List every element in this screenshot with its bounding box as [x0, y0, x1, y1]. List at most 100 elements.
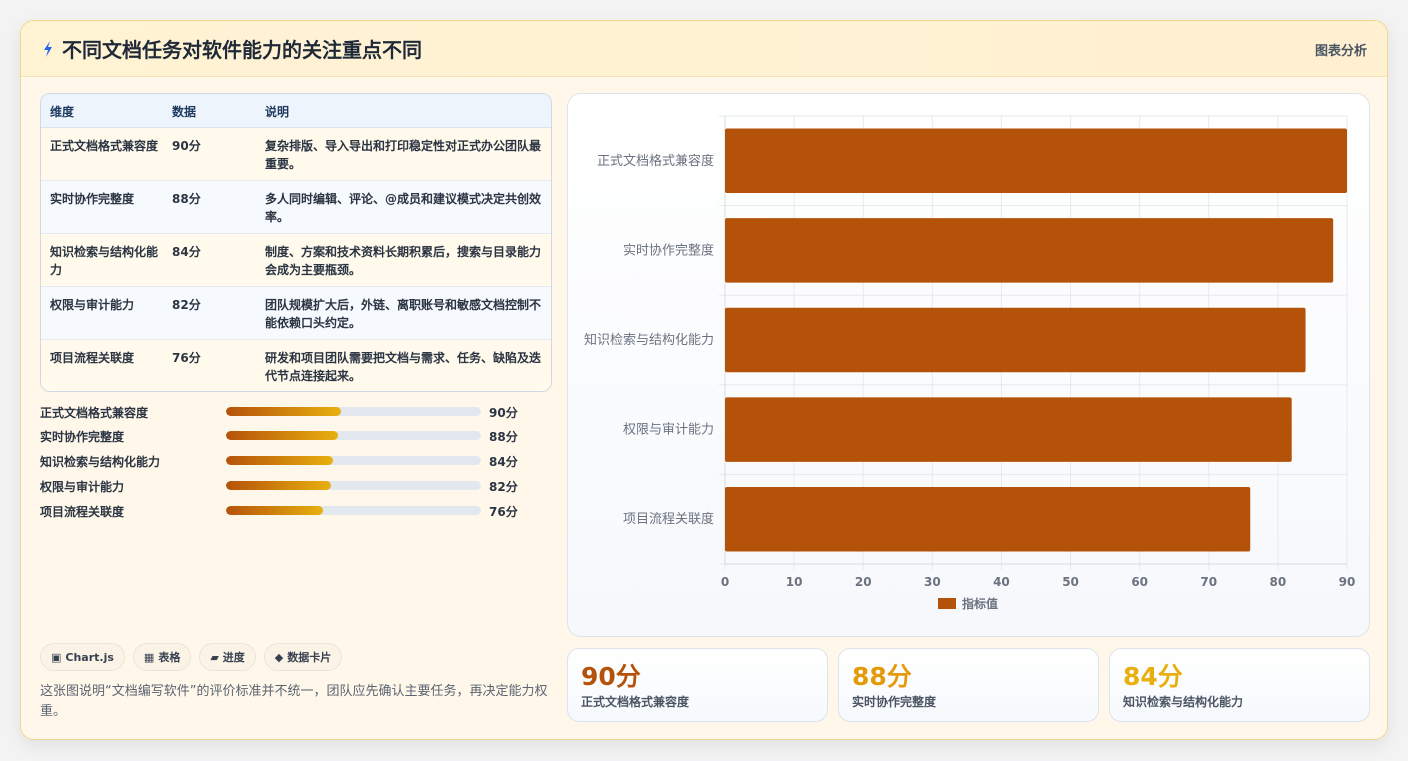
y-tick-label: 权限与审计能力 [623, 422, 714, 438]
progress-row: 实时协作完整度 88分 [40, 426, 540, 446]
tag-label: 进度 [222, 651, 245, 664]
table-header: 维度 数据 说明 [41, 94, 551, 128]
progress-track [226, 481, 481, 490]
column-header-description: 说明 [265, 105, 290, 119]
row-dimension: 实时协作完整度 [50, 192, 135, 206]
y-tick-label: 正式文档格式兼容度 [597, 153, 714, 169]
y-tick-label: 项目流程关联度 [623, 511, 714, 527]
x-tick-label: 50 [1062, 575, 1079, 589]
progress-track [226, 407, 481, 416]
y-tick-label: 知识检索与结构化能力 [584, 332, 714, 348]
progress-label: 项目流程关联度 [40, 505, 125, 519]
progress-label: 权限与审计能力 [40, 480, 125, 494]
progress-value: 76分 [489, 505, 518, 519]
row-dimension: 项目流程关联度 [50, 351, 135, 365]
bar-chart: 0 10 20 30 40 50 60 70 80 90 正式文档格式兼容度实时协作完整度知识检索与… [584, 115, 1356, 611]
dimension-table: 维度 数据 说明 正式文档格式兼容度 90分 复杂排版、导入导出和打印稳定性对正… [40, 93, 552, 392]
progress-row: 项目流程关联度 76分 [40, 501, 540, 521]
chart-icon: ▣ [51, 650, 62, 664]
row-value: 76分 [172, 351, 201, 365]
bar [725, 128, 1347, 194]
row-description: 复杂排版、导入导出和打印稳定性对正式办公团队最重要。 [265, 139, 542, 171]
progress-value: 88分 [489, 430, 518, 444]
tag-label: 表格 [158, 651, 181, 664]
progress-fill [226, 456, 334, 465]
stat-label: 正式文档格式兼容度 [581, 695, 690, 709]
stat-label: 实时协作完整度 [852, 695, 937, 709]
row-dimension: 知识检索与结构化能力 [50, 245, 159, 277]
x-tick-label: 80 [1270, 575, 1287, 589]
progress-fill [226, 407, 341, 416]
tag-table[interactable]: ▦ 表格 [132, 643, 192, 671]
tag-label: 数据卡片 [287, 651, 332, 664]
progress-fill [226, 506, 323, 515]
row-description: 团队规模扩大后，外链、离职账号和敏感文档控制不能依赖口头约定。 [265, 298, 542, 330]
tag-chartjs[interactable]: ▣ Chart.js [40, 643, 125, 671]
table-row: 正式文档格式兼容度 90分 复杂排版、导入导出和打印稳定性对正式办公团队最重要。 [41, 128, 551, 181]
row-dimension: 正式文档格式兼容度 [50, 139, 159, 153]
stat-card: 90分 正式文档格式兼容度 [567, 648, 828, 722]
y-tick-label: 实时协作完整度 [623, 242, 714, 258]
bar [725, 307, 1306, 373]
stat-value: 90分 [581, 662, 641, 691]
progress-track [226, 506, 481, 515]
progress-value: 84分 [489, 455, 518, 469]
row-description: 制度、方案和技术资料长期积累后，搜索与目录能力会成为主要瓶颈。 [265, 245, 542, 277]
progress-track [226, 431, 481, 440]
stat-value: 88分 [852, 662, 912, 691]
table-row: 项目流程关联度 76分 研发和项目团队需要把文档与需求、任务、缺陷及迭代节点连接… [41, 340, 551, 391]
row-description: 研发和项目团队需要把文档与需求、任务、缺陷及迭代节点连接起来。 [265, 351, 542, 383]
bar [725, 397, 1292, 462]
x-tick-label: 90 [1339, 575, 1356, 589]
tag-data-card[interactable]: ◆ 数据卡片 [263, 643, 343, 671]
x-tick-label: 0 [721, 575, 729, 589]
tag-list: ▣ Chart.js ▦ 表格 ▰ 进度 ◆ 数据卡片 [40, 643, 343, 671]
page-title: 不同文档任务对软件能力的关注重点不同 [62, 38, 422, 62]
bar [725, 486, 1251, 552]
row-value: 90分 [172, 139, 201, 153]
progress-icon: ▰ [210, 650, 219, 664]
legend-swatch [938, 598, 956, 609]
row-value: 82分 [172, 298, 201, 312]
bolt-icon [44, 41, 52, 57]
table-icon: ▦ [143, 650, 155, 664]
stat-card: 84分 知识检索与结构化能力 [1109, 648, 1370, 722]
progress-row: 知识检索与结构化能力 84分 [40, 451, 540, 471]
row-dimension: 权限与审计能力 [50, 298, 135, 312]
progress-track [226, 456, 481, 465]
progress-label: 实时协作完整度 [40, 430, 125, 444]
progress-label: 知识检索与结构化能力 [40, 455, 161, 469]
table-row: 知识检索与结构化能力 84分 制度、方案和技术资料长期积累后，搜索与目录能力会成… [41, 234, 551, 287]
row-value: 88分 [172, 192, 201, 206]
legend-label: 指标值 [962, 596, 998, 611]
bar-chart-panel: 0 10 20 30 40 50 60 70 80 90 正式文档格式兼容度实时协作完整度知识检索与… [567, 93, 1370, 637]
table-row: 权限与审计能力 82分 团队规模扩大后，外链、离职账号和敏感文档控制不能依赖口头… [41, 287, 551, 340]
analysis-card: 不同文档任务对软件能力的关注重点不同 图表分析 维度 数据 说明 正式文档格式兼… [20, 20, 1388, 740]
x-tick-label: 70 [1200, 575, 1217, 589]
progress-value: 90分 [489, 406, 518, 420]
card-header: 不同文档任务对软件能力的关注重点不同 图表分析 [21, 21, 1387, 77]
stat-value: 84分 [1123, 662, 1183, 691]
progress-fill [226, 481, 331, 490]
diamond-icon: ◆ [274, 650, 284, 664]
progress-row: 权限与审计能力 82分 [40, 476, 540, 496]
table-row: 实时协作完整度 88分 多人同时编辑、评论、@成员和建议模式决定共创效率。 [41, 181, 551, 234]
stat-label: 知识检索与结构化能力 [1123, 695, 1244, 709]
row-description: 多人同时编辑、评论、@成员和建议模式决定共创效率。 [265, 192, 542, 224]
progress-row: 正式文档格式兼容度 90分 [40, 402, 540, 422]
stat-card: 88分 实时协作完整度 [838, 648, 1099, 722]
x-tick-label: 40 [993, 575, 1010, 589]
row-value: 84分 [172, 245, 201, 259]
progress-value: 82分 [489, 480, 518, 494]
tag-progress[interactable]: ▰ 进度 [199, 643, 256, 671]
column-header-data: 数据 [172, 105, 197, 119]
x-tick-label: 30 [924, 575, 941, 589]
x-tick-label: 60 [1131, 575, 1148, 589]
progress-label: 正式文档格式兼容度 [40, 406, 149, 420]
tag-label: Chart.js [65, 650, 114, 664]
chart-analysis-link[interactable]: 图表分析 [1315, 40, 1367, 59]
x-tick-label: 20 [855, 575, 872, 589]
x-tick-label: 10 [786, 575, 803, 589]
column-header-dimension: 维度 [50, 105, 75, 119]
bar [725, 218, 1334, 283]
